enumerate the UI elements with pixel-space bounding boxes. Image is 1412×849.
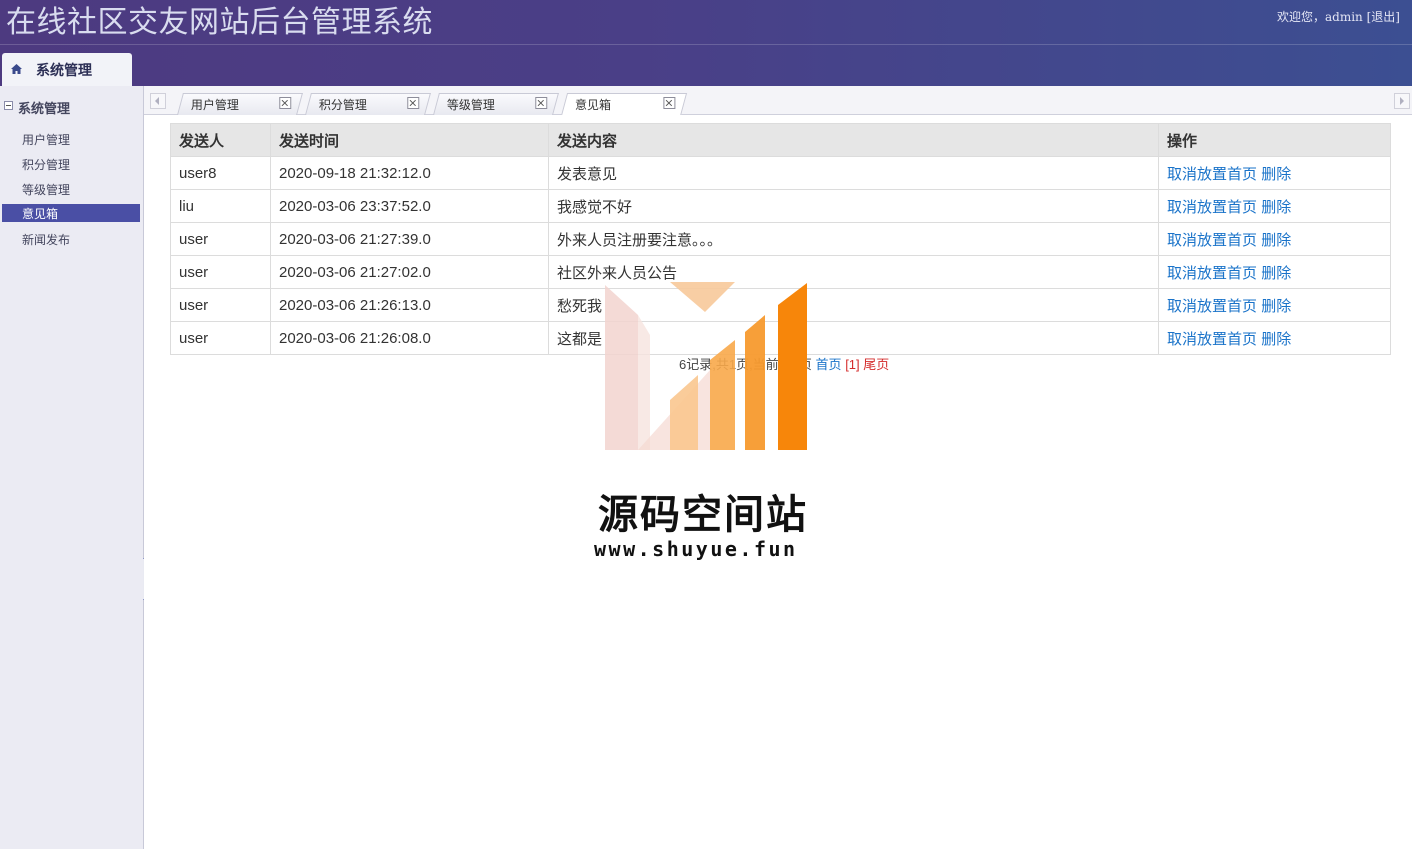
delete-link[interactable]: 删除 [1261, 265, 1291, 282]
close-icon[interactable] [663, 97, 676, 109]
close-icon[interactable] [535, 97, 548, 109]
table-header-row: 发送人 发送时间 发送内容 操作 [170, 123, 1391, 157]
sidebar: 系统管理 用户管理 积分管理 等级管理 意见箱 新闻发布 [0, 86, 144, 849]
unpin-homepage-link[interactable]: 取消放置首页 [1167, 166, 1257, 183]
tab-label: 意见箱 [575, 98, 612, 112]
sidebar-item-label: 等级管理 [22, 183, 71, 197]
delete-link[interactable]: 删除 [1261, 199, 1291, 216]
watermark-logo-icon [605, 282, 807, 450]
welcome-bar: 欢迎您，admin [退出] [1277, 8, 1400, 25]
table-row: user 2020-03-06 21:27:39.0 外来人员注册要注意。。。 … [170, 222, 1391, 256]
tab-bar: 用户管理 积分管理 等级管理 意见箱 [144, 86, 1412, 116]
column-header-actions: 操作 [1158, 123, 1391, 157]
watermark-title: 源码空间站 [598, 492, 808, 538]
column-header-time: 发送时间 [270, 123, 549, 157]
cell-actions: 取消放置首页 删除 [1158, 222, 1391, 256]
column-header-sender: 发送人 [170, 123, 271, 157]
cell-actions: 取消放置首页 删除 [1158, 156, 1391, 190]
tab-user-management[interactable]: 用户管理 [177, 93, 303, 115]
cell-sender: user [170, 222, 271, 256]
cell-actions: 取消放置首页 删除 [1158, 189, 1391, 223]
cell-time: 2020-09-18 21:32:12.0 [270, 156, 549, 190]
cell-sender: user [170, 255, 271, 289]
cell-sender: user8 [170, 156, 271, 190]
tab-label: 用户管理 [190, 98, 239, 112]
cell-sender: user [170, 288, 271, 322]
collapse-icon[interactable] [4, 101, 13, 110]
cell-content: 发表意见 [548, 156, 1159, 190]
unpin-homepage-link[interactable]: 取消放置首页 [1167, 199, 1257, 216]
watermark: 源码空间站 www.shuyue.fun [590, 280, 830, 570]
table-row: liu 2020-03-06 23:37:52.0 我感觉不好 取消放置首页 删… [170, 189, 1391, 223]
sidebar-group-title: 系统管理 [18, 102, 71, 117]
tab-suggestion-box[interactable]: 意见箱 [560, 93, 688, 116]
app-header: 在线社区交友网站后台管理系统 欢迎您，admin [退出] 系统管理 [0, 0, 1412, 86]
sidebar-item-label: 积分管理 [22, 158, 71, 172]
cell-time: 2020-03-06 21:26:08.0 [270, 321, 549, 355]
tab-level-management[interactable]: 等级管理 [433, 93, 559, 115]
unpin-homepage-link[interactable]: 取消放置首页 [1167, 265, 1257, 282]
logout-link[interactable]: [退出] [1367, 10, 1400, 24]
tab-scroll-left-button[interactable] [150, 93, 166, 109]
sidebar-group-header[interactable]: 系统管理 [0, 96, 143, 117]
app-title: 在线社区交友网站后台管理系统 [6, 5, 433, 40]
cell-content: 我感觉不好 [548, 189, 1159, 223]
sidebar-item-level-management[interactable]: 等级管理 [2, 180, 140, 198]
cell-time: 2020-03-06 21:27:39.0 [270, 222, 549, 256]
system-tab-label: 系统管理 [36, 63, 92, 79]
current-page-number: [1] [845, 357, 860, 372]
home-icon [11, 64, 22, 74]
unpin-homepage-link[interactable]: 取消放置首页 [1167, 298, 1257, 315]
delete-link[interactable]: 删除 [1261, 232, 1291, 249]
unpin-homepage-link[interactable]: 取消放置首页 [1167, 331, 1257, 348]
sidebar-item-label: 用户管理 [22, 133, 71, 147]
tab-scroll-right-button[interactable] [1394, 93, 1410, 109]
sidebar-item-label: 意见箱 [22, 207, 59, 221]
tab-label: 等级管理 [446, 98, 495, 112]
cell-time: 2020-03-06 21:26:13.0 [270, 288, 549, 322]
sidebar-item-points-management[interactable]: 积分管理 [2, 155, 140, 173]
close-icon[interactable] [279, 97, 292, 109]
unpin-homepage-link[interactable]: 取消放置首页 [1167, 232, 1257, 249]
welcome-text: 欢迎您，admin [1277, 10, 1363, 24]
cell-time: 2020-03-06 23:37:52.0 [270, 189, 549, 223]
delete-link[interactable]: 删除 [1261, 166, 1291, 183]
cell-time: 2020-03-06 21:27:02.0 [270, 255, 549, 289]
cell-actions: 取消放置首页 删除 [1158, 288, 1391, 322]
sidebar-item-suggestion-box[interactable]: 意见箱 [2, 204, 140, 222]
cell-sender: liu [170, 189, 271, 223]
sidebar-item-label: 新闻发布 [22, 233, 71, 247]
cell-actions: 取消放置首页 删除 [1158, 321, 1391, 355]
column-header-content: 发送内容 [548, 123, 1159, 157]
watermark-url: www.shuyue.fun [594, 537, 798, 561]
table-row: user8 2020-09-18 21:32:12.0 发表意见 取消放置首页 … [170, 156, 1391, 190]
cell-content: 外来人员注册要注意。。。 [548, 222, 1159, 256]
delete-link[interactable]: 删除 [1261, 298, 1291, 315]
tab-points-management[interactable]: 积分管理 [305, 93, 431, 115]
sidebar-item-news-publish[interactable]: 新闻发布 [2, 230, 140, 248]
sidebar-item-user-management[interactable]: 用户管理 [2, 130, 140, 148]
system-management-tab[interactable]: 系统管理 [2, 53, 132, 86]
delete-link[interactable]: 删除 [1261, 331, 1291, 348]
cell-sender: user [170, 321, 271, 355]
last-page-link[interactable]: 尾页 [863, 357, 889, 372]
header-divider [0, 44, 1412, 45]
tab-label: 积分管理 [318, 98, 367, 112]
cell-actions: 取消放置首页 删除 [1158, 255, 1391, 289]
close-icon[interactable] [407, 97, 420, 109]
